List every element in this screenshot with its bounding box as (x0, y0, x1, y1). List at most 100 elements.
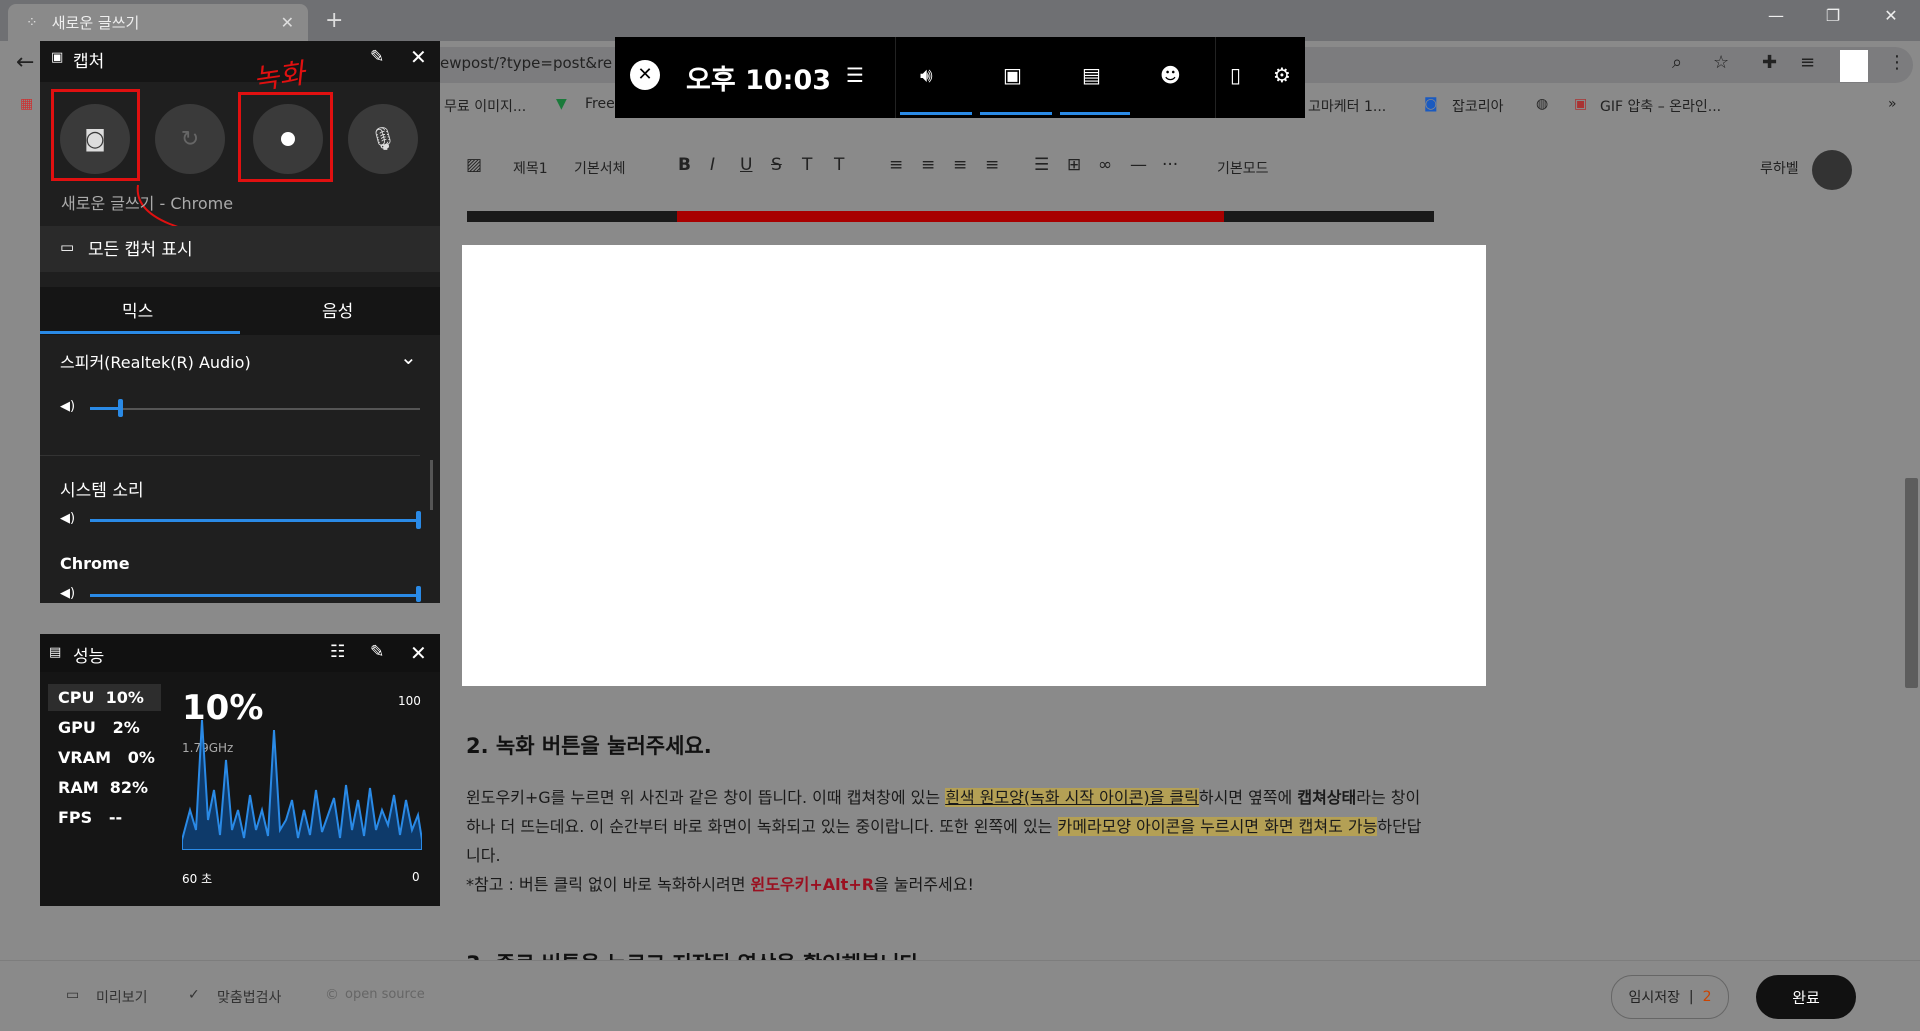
search-icon[interactable]: ⌕ (1672, 52, 1682, 73)
pin-icon[interactable]: ✎ (370, 47, 384, 67)
underline-icon[interactable]: U (740, 155, 752, 175)
para-highlight: 흰색 원모양(녹화 시작 아이콘)을 클릭 (945, 788, 1199, 807)
preview-button[interactable]: 미리보기 (96, 987, 148, 1007)
para-text: 하시면 옆쪽에 (1198, 788, 1298, 807)
perf-label: GPU (58, 718, 96, 737)
options-icon[interactable]: ☷ (330, 642, 345, 662)
mode-select[interactable]: 기본모드 (1217, 158, 1269, 178)
chrome-volume-slider[interactable] (90, 594, 420, 597)
close-performance-icon[interactable]: ✕ (410, 641, 427, 665)
perf-row-ram[interactable]: RAM 82% (58, 778, 148, 797)
text-bg-icon[interactable]: T (834, 155, 844, 175)
settings-icon[interactable]: ⚙ (1273, 63, 1291, 87)
extensions-icon[interactable]: ✚ (1762, 52, 1777, 73)
speaker-volume-icon: ◀) (60, 399, 76, 414)
apps-icon[interactable]: ▦ (20, 96, 33, 112)
record-last-button[interactable]: ↻ (155, 104, 225, 174)
strike-icon[interactable]: S (771, 155, 782, 175)
back-icon[interactable]: ← (16, 50, 34, 75)
tab-voice[interactable]: 음성 (322, 297, 353, 322)
text-color-icon[interactable]: T (802, 155, 812, 175)
heading-select[interactable]: 제목1 (513, 158, 548, 178)
perf-row-vram[interactable]: VRAM 0% (58, 748, 155, 767)
restore-button[interactable]: ❐ (1810, 6, 1856, 25)
menu-icon[interactable]: ⋮ (1888, 52, 1906, 73)
table-icon[interactable]: ⊞ (1067, 155, 1081, 175)
divider-icon[interactable]: — (1130, 155, 1147, 175)
content-heading[interactable]: 2. 녹화 버튼을 눌러주세요. (466, 730, 712, 760)
align-right-icon[interactable]: ≡ (953, 155, 967, 175)
profile-avatar[interactable] (1840, 50, 1868, 82)
minimize-button[interactable]: — (1753, 6, 1799, 25)
link-icon[interactable]: ∞ (1098, 155, 1112, 175)
xbox-icon[interactable]: ✕ (630, 60, 660, 90)
more-icon[interactable]: ··· (1162, 155, 1178, 175)
para-bold: 캡쳐상태 (1297, 788, 1357, 807)
next-heading[interactable]: 3. 종료 버튼을 누르고 저장된 영상을 확인해봅니다 (466, 948, 919, 960)
list-icon[interactable]: ☰ (1034, 155, 1049, 175)
audio-device-select[interactable]: 스피커(Realtek(R) Audio) (60, 349, 251, 373)
temp-save-button[interactable]: 임시저장 | 2 (1611, 975, 1729, 1019)
justify-icon[interactable]: ≡ (985, 155, 999, 175)
performance-active-indicator (1060, 112, 1130, 115)
tab-mix[interactable]: 믹스 (122, 297, 153, 322)
perf-row-cpu[interactable]: CPU 10% (58, 688, 144, 707)
perf-value: 10% (105, 688, 144, 707)
new-tab-button[interactable]: + (325, 8, 343, 33)
user-avatar[interactable] (1812, 150, 1852, 190)
spellcheck-button[interactable]: 맞춤법검사 (217, 987, 281, 1007)
show-all-captures-link[interactable]: 모든 캡처 표시 (88, 235, 193, 260)
image-icon[interactable]: ▨ (466, 155, 482, 175)
perf-row-gpu[interactable]: GPU 2% (58, 718, 140, 737)
bookmark-4[interactable]: 잡코리아 (1452, 96, 1504, 116)
widget-menu-icon[interactable]: ☰ (846, 63, 864, 87)
font-select[interactable]: 기본서체 (574, 158, 626, 178)
done-button[interactable]: 완료 (1756, 975, 1856, 1019)
social-icon[interactable]: ☻ (1160, 63, 1181, 87)
capture-icon[interactable]: ▣ (1003, 63, 1022, 87)
bold-icon[interactable]: B (678, 155, 691, 175)
speaker-volume-knob[interactable] (118, 399, 123, 417)
audio-active-indicator (900, 112, 972, 115)
opensource-icon: © (325, 987, 339, 1003)
url-text[interactable]: ewpost/?type=post&re (440, 54, 612, 72)
bookmark-3[interactable]: 고마케터 1... (1308, 96, 1386, 116)
note-text: 을 눌러주세요! (874, 875, 974, 894)
content-paragraph[interactable]: 윈도우키+G를 누르면 위 사진과 같은 창이 뜹니다. 이때 캡쳐창에 있는 … (466, 783, 1426, 899)
performance-icon[interactable]: ▤ (1082, 63, 1101, 87)
capture-scrollbar[interactable] (430, 460, 433, 510)
speaker-volume-slider[interactable] (90, 408, 420, 410)
divider (40, 455, 420, 456)
browser-tab[interactable]: ⁘ 새로운 글쓰기 ✕ (8, 4, 308, 41)
preview-icon: ▭ (66, 987, 80, 1003)
mouse-icon[interactable]: ▯ (1230, 63, 1241, 87)
perf-row-fps[interactable]: FPS -- (58, 808, 122, 827)
align-left-icon[interactable]: ≡ (889, 155, 903, 175)
scrollbar-thumb[interactable] (1905, 478, 1918, 688)
audio-icon[interactable]: 🔊︎ (920, 63, 933, 87)
opensource-link[interactable]: open source (345, 987, 425, 1002)
note-shortcut: 윈도우키+Alt+R (750, 875, 875, 894)
bookmark-2[interactable]: Free (585, 96, 615, 112)
pin-icon[interactable]: ✎ (370, 642, 384, 662)
chevron-down-icon[interactable]: ⌄ (400, 345, 417, 369)
star-icon[interactable]: ☆ (1713, 52, 1729, 73)
close-capture-icon[interactable]: ✕ (410, 45, 427, 69)
image-top-bar-red (677, 211, 1224, 222)
chrome-volume-knob[interactable] (416, 586, 421, 602)
more-bookmarks[interactable]: » (1888, 96, 1897, 112)
chrome-volume-icon: ◀) (60, 586, 76, 601)
system-volume-slider[interactable] (90, 519, 420, 522)
embedded-image[interactable] (462, 245, 1486, 686)
tab-title: 새로운 글쓰기 (51, 14, 140, 32)
vector-icon: ▼ (556, 96, 567, 112)
bookmark-5[interactable]: GIF 압축 – 온라인... (1600, 96, 1721, 116)
mic-toggle-button[interactable]: 🎙︎ (348, 104, 418, 174)
close-window-button[interactable]: ✕ (1868, 6, 1914, 25)
italic-icon[interactable]: I (710, 155, 715, 175)
close-tab-icon[interactable]: ✕ (281, 13, 294, 32)
system-volume-knob[interactable] (416, 511, 421, 529)
bookmark-1[interactable]: 무료 이미지... (444, 96, 526, 116)
playlist-icon[interactable]: ≡ (1800, 52, 1815, 73)
align-center-icon[interactable]: ≡ (921, 155, 935, 175)
